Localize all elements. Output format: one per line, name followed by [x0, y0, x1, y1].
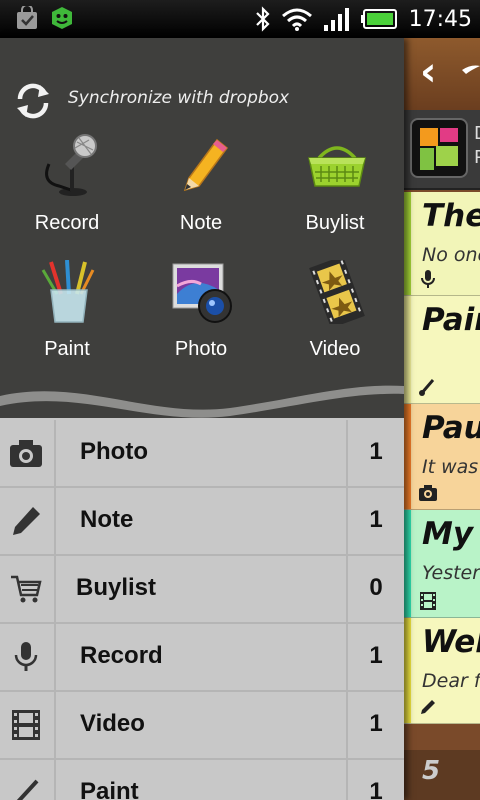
video-action[interactable]: Video [268, 256, 402, 382]
microphone-icon [421, 270, 435, 288]
note-title: The [422, 198, 480, 234]
sync-dropbox-button[interactable]: Synchronize with dropbox [0, 76, 404, 126]
microphone-icon [14, 642, 38, 671]
header-swoosh-icon [462, 65, 480, 74]
paint-action[interactable]: Paint [0, 256, 134, 382]
status-bar: 17:45 [0, 0, 480, 38]
photo-label: Photo [174, 338, 228, 360]
sync-icon [17, 83, 49, 119]
category-label: Note [80, 506, 134, 533]
note-title: Wel [422, 624, 480, 660]
notes-panel: ‹ DP The No one Pain Pau I [404, 38, 480, 800]
note-card[interactable]: The No one [404, 192, 480, 296]
note-preview: Yester [422, 562, 480, 584]
category-count: 1 [369, 778, 383, 800]
notes-header: ‹ [404, 38, 480, 110]
category-row-buylist[interactable]: Buylist 0 [0, 556, 404, 624]
note-card[interactable]: Wel Dear fi [404, 618, 480, 724]
notes-footer: 5 [404, 750, 480, 800]
category-label: Paint [80, 778, 139, 800]
category-count: 1 [369, 506, 383, 533]
category-count: 1 [369, 642, 383, 669]
app-logo-icon [410, 118, 468, 178]
brush-icon [419, 379, 435, 396]
bluetooth-icon [255, 6, 270, 32]
brush-icon [16, 779, 39, 800]
wifi-icon [281, 8, 312, 31]
category-count: 1 [369, 438, 383, 465]
paint-label: Paint [44, 338, 90, 360]
category-label: Record [80, 642, 163, 669]
film-icon [420, 592, 436, 610]
android-app-icon [52, 7, 72, 29]
note-title: My [422, 516, 474, 552]
category-row-note[interactable]: Note 1 [0, 488, 404, 556]
brushes-cup-icon [41, 260, 95, 323]
microphone-icon [45, 134, 97, 196]
category-label: Photo [80, 438, 148, 465]
category-label: Buylist [76, 574, 157, 601]
signal-icon [323, 8, 349, 31]
pencil-icon [183, 138, 229, 192]
film-reel-icon [309, 260, 365, 324]
buylist-action[interactable]: Buylist [268, 130, 402, 256]
buylist-label: Buylist [305, 212, 365, 234]
video-label: Video [309, 338, 361, 360]
pencil-icon [421, 700, 435, 714]
photo-camera-icon [172, 263, 232, 323]
category-row-video[interactable]: Video 1 [0, 692, 404, 760]
camera-icon [10, 440, 42, 467]
category-row-record[interactable]: Record 1 [0, 624, 404, 692]
back-button[interactable]: ‹ [420, 52, 436, 92]
note-action[interactable]: Note [134, 130, 268, 256]
note-preview: Dear fi [422, 670, 480, 692]
category-count: 1 [369, 710, 383, 737]
note-card[interactable]: Pau It was [404, 404, 480, 510]
battery-icon [360, 9, 397, 29]
record-action[interactable]: Record [0, 130, 134, 256]
note-preview: It was [422, 456, 479, 478]
category-row-paint[interactable]: Paint 1 [0, 760, 404, 800]
note-label: Note [179, 212, 223, 234]
note-title: Pau [422, 410, 480, 446]
note-card[interactable]: My Yester [404, 510, 480, 618]
app-banner[interactable]: DP [404, 110, 480, 190]
page-number: 5 [422, 756, 441, 786]
record-label: Record [34, 212, 100, 234]
camera-icon [419, 485, 437, 501]
status-time: 17:45 [408, 6, 472, 32]
note-title: Pain [422, 302, 480, 338]
pencil-icon [13, 507, 40, 535]
category-label: Video [80, 710, 145, 737]
note-card[interactable]: Pain [404, 296, 480, 404]
photo-action[interactable]: Photo [134, 256, 268, 382]
shopping-basket-icon [308, 146, 366, 187]
category-count: 0 [369, 574, 383, 601]
sync-label: Synchronize with dropbox [68, 88, 290, 108]
note-preview: No one [422, 244, 480, 266]
navigation-drawer: Synchronize with dropbox Record Note Buy… [0, 38, 404, 800]
bag-icon [17, 6, 37, 29]
category-row-photo[interactable]: Photo 1 [0, 420, 404, 488]
cart-icon [11, 575, 42, 603]
film-icon [12, 710, 40, 740]
app-banner-text: DP [474, 123, 480, 168]
